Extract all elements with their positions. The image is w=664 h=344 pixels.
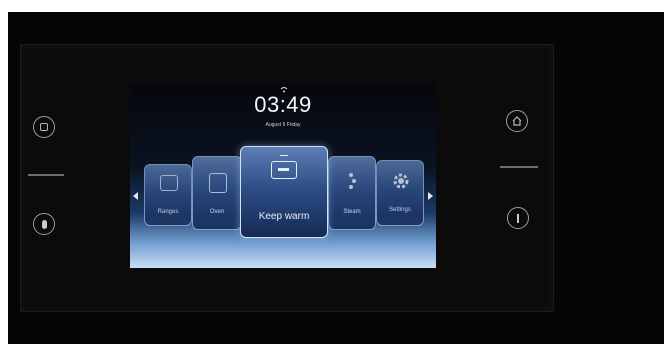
right-divider [500, 166, 538, 168]
keep-warm-icon [271, 161, 297, 179]
carousel-item-label: Settings [389, 207, 411, 213]
stop-icon[interactable] [33, 116, 55, 138]
carousel-item-keep-warm[interactable]: Keep warm [240, 146, 328, 238]
settings-gear-icon [393, 173, 409, 189]
display-screen: 03:49 August 9 Friday Ranges Oven Steam … [130, 84, 436, 268]
carousel-item-label: Ranges [157, 209, 179, 215]
carousel-item-label: Keep warm [258, 211, 310, 222]
steam-icon [349, 173, 356, 189]
power-icon[interactable] [507, 207, 529, 229]
temperature-icon[interactable] [33, 213, 55, 235]
home-icon[interactable] [506, 110, 528, 132]
carousel-item-settings[interactable]: Settings [376, 160, 424, 226]
tray-icon [160, 175, 178, 191]
keep-warm-icon-handle [280, 155, 288, 159]
carousel-item-label: Steam [343, 209, 361, 215]
oven-icon [209, 173, 227, 193]
clock-time: 03:49 [254, 92, 312, 117]
scroll-right-arrow[interactable] [428, 192, 433, 200]
scroll-left-arrow[interactable] [133, 192, 138, 200]
carousel-item-ranges[interactable]: Ranges [144, 164, 192, 226]
left-divider [28, 174, 64, 176]
carousel-item-steam[interactable]: Steam [328, 156, 376, 230]
clock-date: August 9 Friday [265, 122, 301, 128]
carousel-item-oven[interactable]: Oven [192, 156, 242, 230]
carousel-item-label: Oven [209, 209, 225, 215]
